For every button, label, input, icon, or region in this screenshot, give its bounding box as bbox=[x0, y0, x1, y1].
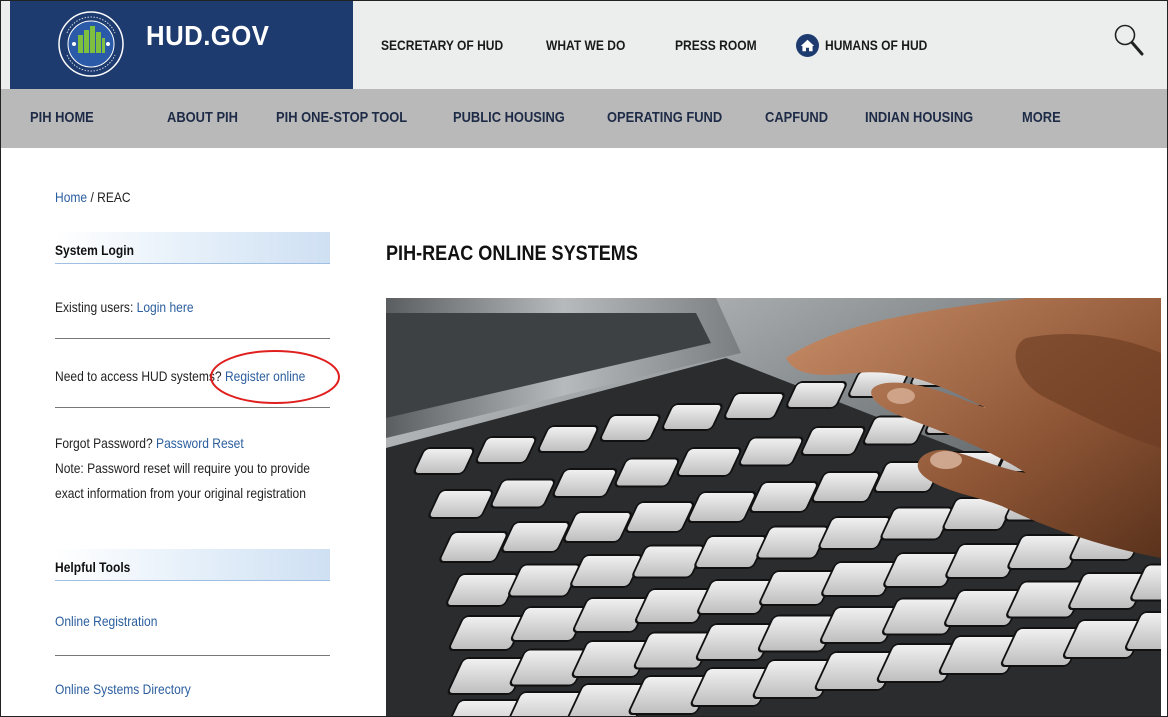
pih-nav-one-stop-tool[interactable]: PIH ONE-STOP TOOL bbox=[276, 109, 407, 126]
divider bbox=[55, 407, 330, 408]
pih-nav-public-housing[interactable]: PUBLIC HOUSING bbox=[453, 109, 565, 126]
nav-secretary-of-hud[interactable]: SECRETARY OF HUD bbox=[381, 37, 503, 53]
login-here-link[interactable]: Login here bbox=[137, 299, 194, 315]
home-icon[interactable] bbox=[796, 34, 819, 57]
existing-users-line: Existing users: Login here bbox=[55, 299, 194, 315]
divider bbox=[55, 338, 330, 339]
breadcrumb: Home / REAC bbox=[55, 189, 131, 205]
page-frame: HUD.GOV SECRETARY OF HUD WHAT WE DO PRES… bbox=[0, 0, 1168, 717]
helpful-tools-heading: Helpful Tools bbox=[55, 549, 330, 581]
pih-nav-operating-fund[interactable]: OPERATING FUND bbox=[607, 109, 722, 126]
forgot-password-line: Forgot Password? Password Reset bbox=[55, 435, 244, 451]
online-systems-directory-link[interactable]: Online Systems Directory bbox=[55, 681, 191, 697]
pih-nav-bar: PIH HOME ABOUT PIH PIH ONE-STOP TOOL PUB… bbox=[1, 89, 1167, 148]
pih-nav-more[interactable]: MORE bbox=[1022, 109, 1061, 126]
hud-logo-block[interactable]: HUD.GOV bbox=[10, 1, 353, 89]
pih-nav-capfund[interactable]: CAPFUND bbox=[765, 109, 828, 126]
nav-press-room[interactable]: PRESS ROOM bbox=[675, 37, 757, 53]
nav-what-we-do[interactable]: WHAT WE DO bbox=[546, 37, 625, 53]
pih-nav-home[interactable]: PIH HOME bbox=[30, 109, 94, 126]
search-icon[interactable] bbox=[1113, 23, 1145, 57]
breadcrumb-separator: / bbox=[87, 189, 98, 205]
system-login-heading: System Login bbox=[55, 232, 330, 264]
breadcrumb-home[interactable]: Home bbox=[55, 189, 87, 205]
hero-keyboard-image bbox=[386, 298, 1161, 716]
annotation-circle bbox=[210, 350, 340, 404]
hud-seal-icon bbox=[58, 11, 124, 77]
page-title: PIH-REAC ONLINE SYSTEMS bbox=[386, 242, 638, 265]
divider bbox=[55, 655, 330, 656]
breadcrumb-current: REAC bbox=[97, 189, 131, 205]
nav-humans-of-hud[interactable]: HUMANS OF HUD bbox=[825, 37, 927, 53]
site-header: HUD.GOV SECRETARY OF HUD WHAT WE DO PRES… bbox=[1, 1, 1167, 89]
online-registration-link[interactable]: Online Registration bbox=[55, 613, 157, 629]
brand-title[interactable]: HUD.GOV bbox=[146, 20, 269, 52]
password-reset-link[interactable]: Password Reset bbox=[156, 435, 244, 451]
password-note-line-2: exact information from your original reg… bbox=[55, 485, 306, 501]
password-note-line-1: Note: Password reset will require you to… bbox=[55, 460, 310, 476]
pih-nav-about[interactable]: ABOUT PIH bbox=[167, 109, 238, 126]
pih-nav-indian-housing[interactable]: INDIAN HOUSING bbox=[865, 109, 973, 126]
